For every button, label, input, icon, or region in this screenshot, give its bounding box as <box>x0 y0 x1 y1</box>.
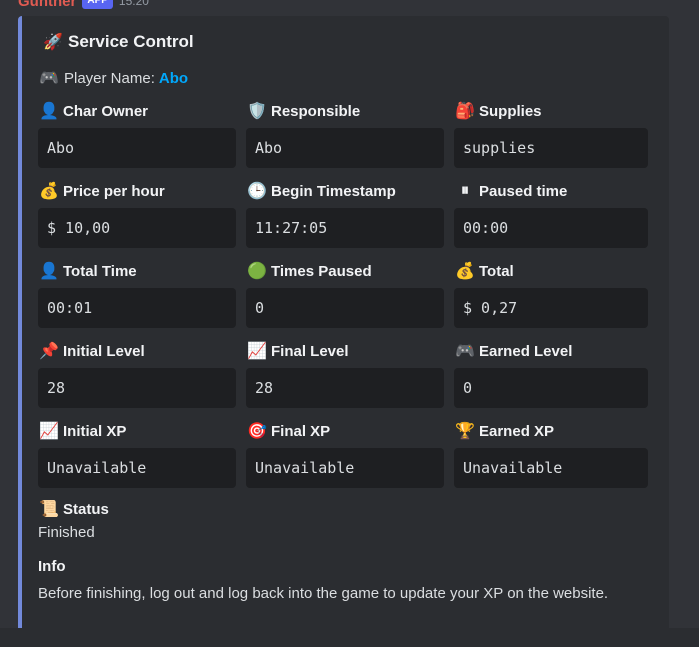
field-label: Paused time <box>479 182 568 200</box>
field-label: Total Time <box>63 262 137 280</box>
money-bag-icon: 💰 <box>39 183 59 200</box>
field-char-owner: 👤 Char Owner Abo <box>38 100 236 180</box>
status-value: Finished <box>38 524 95 541</box>
field-label: Times Paused <box>271 262 372 280</box>
field-value: 00:00 <box>454 208 648 248</box>
backpack-icon: 🎒 <box>455 103 475 120</box>
field-total-time: 👤 Total Time 00:01 <box>38 260 236 340</box>
embed-fields-grid: 👤 Char Owner Abo 🛡️ Responsible Abo 🎒 Suppl… <box>38 100 650 500</box>
field-label: Char Owner <box>63 102 149 120</box>
info-label: Info <box>38 558 66 575</box>
field-responsible: 🛡️ Responsible Abo <box>246 100 444 180</box>
message-timestamp[interactable]: 15:20 <box>119 0 149 8</box>
field-price-per-hour: 💰 Price per hour $ 10,00 <box>38 180 236 260</box>
field-label: Total <box>479 262 514 280</box>
gamepad-icon: 🎮 <box>39 70 59 87</box>
player-name-line: 🎮 Player Name: Abo <box>38 68 188 88</box>
field-value: Unavailable <box>454 448 648 488</box>
message-input-area <box>0 628 699 647</box>
field-value: Abo <box>38 128 236 168</box>
field-value: $ 0,27 <box>454 288 648 328</box>
person-icon: 👤 <box>39 103 59 120</box>
green-circle-icon: 🟢 <box>247 263 267 280</box>
field-final-xp: 🎯 Final XP Unavailable <box>246 420 444 500</box>
field-label: Begin Timestamp <box>271 182 396 200</box>
field-value: 0 <box>246 288 444 328</box>
field-value: 28 <box>38 368 236 408</box>
field-value: 11:27:05 <box>246 208 444 248</box>
field-label: Final Level <box>271 342 349 360</box>
player-name-label: Player Name: <box>64 69 155 87</box>
rocket-icon: 🚀 <box>43 34 63 51</box>
chart-increasing-icon: 📈 <box>247 343 267 360</box>
chart-increasing-icon: 📈 <box>39 423 59 440</box>
pause-icon: ⏸ <box>460 182 469 199</box>
field-final-level: 📈 Final Level 28 <box>246 340 444 420</box>
trophy-icon: 🏆 <box>455 423 475 440</box>
field-initial-xp: 📈 Initial XP Unavailable <box>38 420 236 500</box>
field-value: 00:01 <box>38 288 236 328</box>
field-info: Info Before finishing, log out and log b… <box>38 558 638 605</box>
message-header: Gunther APP 15:20 <box>18 0 149 10</box>
field-value: Unavailable <box>38 448 236 488</box>
embed-title: 🚀 Service Control <box>42 32 194 52</box>
info-value: Before finishing, log out and log back i… <box>38 585 609 602</box>
field-begin-timestamp: 🕒 Begin Timestamp 11:27:05 <box>246 180 444 260</box>
author-name[interactable]: Gunther <box>18 0 76 10</box>
app-badge: APP <box>82 0 113 9</box>
embed-title-text: Service Control <box>68 32 194 51</box>
field-value: $ 10,00 <box>38 208 236 248</box>
field-label: Final XP <box>271 422 331 440</box>
field-initial-level: 📌 Initial Level 28 <box>38 340 236 420</box>
person-icon: 👤 <box>39 263 59 280</box>
clock-icon: 🕒 <box>247 183 267 200</box>
shield-icon: 🛡️ <box>247 103 267 120</box>
field-label: Initial XP <box>63 422 127 440</box>
field-earned-level: 🎮 Earned Level 0 <box>454 340 648 420</box>
field-label: Earned Level <box>479 342 573 360</box>
field-status: 📜 Status Finished <box>38 498 109 542</box>
status-label: Status <box>63 500 109 518</box>
field-value: supplies <box>454 128 648 168</box>
field-label: Price per hour <box>63 182 165 200</box>
field-total: 💰 Total $ 0,27 <box>454 260 648 340</box>
service-control-embed: 🚀 Service Control 🎮 Player Name: Abo 👤 Ch… <box>18 16 669 636</box>
target-icon: 🎯 <box>247 423 267 440</box>
field-value: Unavailable <box>246 448 444 488</box>
player-name-value: Abo <box>158 69 189 87</box>
field-times-paused: 🟢 Times Paused 0 <box>246 260 444 340</box>
field-paused-time: ⏸ Paused time 00:00 <box>454 180 648 260</box>
gamepad-icon: 🎮 <box>455 343 475 360</box>
field-label: Responsible <box>271 102 361 120</box>
field-value: Abo <box>246 128 444 168</box>
money-bag-icon: 💰 <box>455 263 475 280</box>
field-earned-xp: 🏆 Earned XP Unavailable <box>454 420 648 500</box>
field-label: Earned XP <box>479 422 555 440</box>
field-value: 0 <box>454 368 648 408</box>
scroll-icon: 📜 <box>39 501 59 518</box>
field-label: Supplies <box>479 102 542 120</box>
pushpin-icon: 📌 <box>39 343 59 360</box>
field-label: Initial Level <box>63 342 145 360</box>
field-supplies: 🎒 Supplies supplies <box>454 100 648 180</box>
field-value: 28 <box>246 368 444 408</box>
